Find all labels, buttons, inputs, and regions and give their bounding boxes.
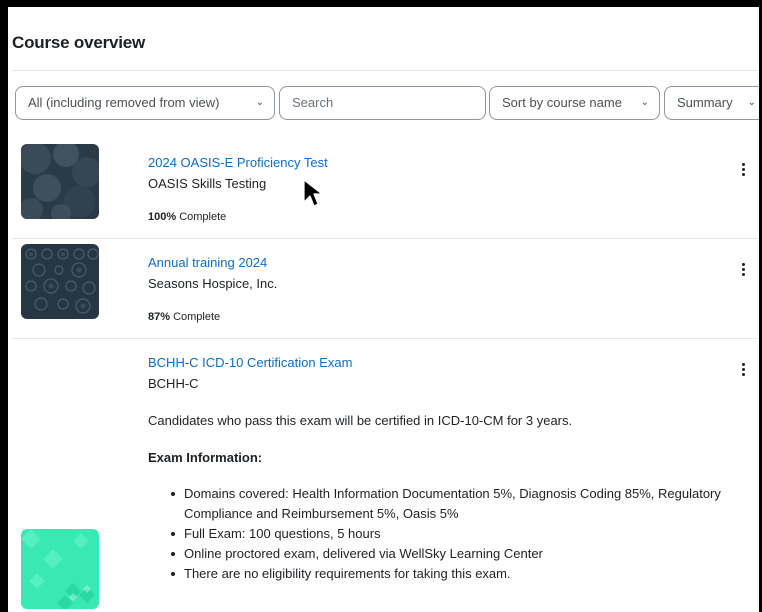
search-placeholder: Search: [292, 95, 334, 110]
block-title: Course overview: [12, 33, 146, 52]
row-divider: [12, 238, 759, 239]
list-item: Online proctored exam, delivered via Wel…: [171, 544, 724, 564]
course-summary: Candidates who pass this exam will be ce…: [148, 413, 573, 428]
kebab-menu-icon[interactable]: [739, 163, 747, 179]
filter-dropdown-label: All (including removed from view): [28, 95, 220, 110]
course-category: BCHH-C: [148, 376, 199, 391]
row-divider: [12, 338, 759, 339]
view-dropdown-label: Summary: [677, 95, 733, 110]
course-item: 2024 OASIS-E Proficiency Test OASIS Skil…: [8, 144, 759, 234]
chevron-down-icon: ⌄: [255, 97, 264, 108]
kebab-menu-icon[interactable]: [739, 363, 747, 379]
course-category: OASIS Skills Testing: [148, 176, 267, 191]
progress-suffix: Complete: [176, 211, 227, 223]
course-image[interactable]: [21, 244, 99, 319]
filter-dropdown[interactable]: All (including removed from view) ⌄: [15, 86, 275, 120]
course-item: BCHH-C ICD-10 Certification Exam BCHH-C …: [8, 344, 759, 612]
chevron-down-icon: ⌄: [747, 97, 756, 108]
course-image[interactable]: [21, 144, 99, 219]
list-item: There are no eligibility requirements fo…: [171, 564, 724, 584]
course-name-link[interactable]: 2024 OASIS-E Proficiency Test: [148, 155, 328, 170]
sort-dropdown[interactable]: Sort by course name ⌄: [489, 86, 660, 120]
progress-value: 100%: [148, 211, 177, 223]
kebab-menu-icon[interactable]: [739, 263, 747, 279]
exam-info-list: Domains covered: Health Information Docu…: [148, 484, 724, 584]
course-image[interactable]: [21, 529, 99, 609]
mouse-pointer-icon: [303, 179, 323, 207]
sort-dropdown-label: Sort by course name: [502, 95, 622, 110]
course-overview-block: Course overview All (including removed f…: [0, 0, 762, 612]
controls-bar: All (including removed from view) ⌄ Sear…: [8, 86, 759, 120]
course-name-link[interactable]: Annual training 2024: [148, 255, 267, 270]
chevron-down-icon: ⌄: [640, 97, 649, 108]
course-progress: 100% Complete: [148, 211, 226, 223]
course-item: Annual training 2024 Seasons Hospice, In…: [8, 244, 759, 334]
progress-value: 87%: [148, 311, 171, 323]
course-progress: 87% Complete: [148, 311, 220, 323]
view-dropdown[interactable]: Summary ⌄: [664, 86, 759, 120]
search-input[interactable]: Search: [279, 86, 486, 120]
exam-info-heading: Exam Information:: [148, 450, 263, 465]
list-item: Domains covered: Health Information Docu…: [171, 484, 724, 524]
list-item: Full Exam: 100 questions, 5 hours: [171, 524, 724, 544]
title-divider: [12, 70, 759, 71]
course-name-link[interactable]: BCHH-C ICD-10 Certification Exam: [148, 355, 352, 370]
course-category: Seasons Hospice, Inc.: [148, 276, 278, 291]
progress-suffix: Complete: [170, 311, 221, 323]
